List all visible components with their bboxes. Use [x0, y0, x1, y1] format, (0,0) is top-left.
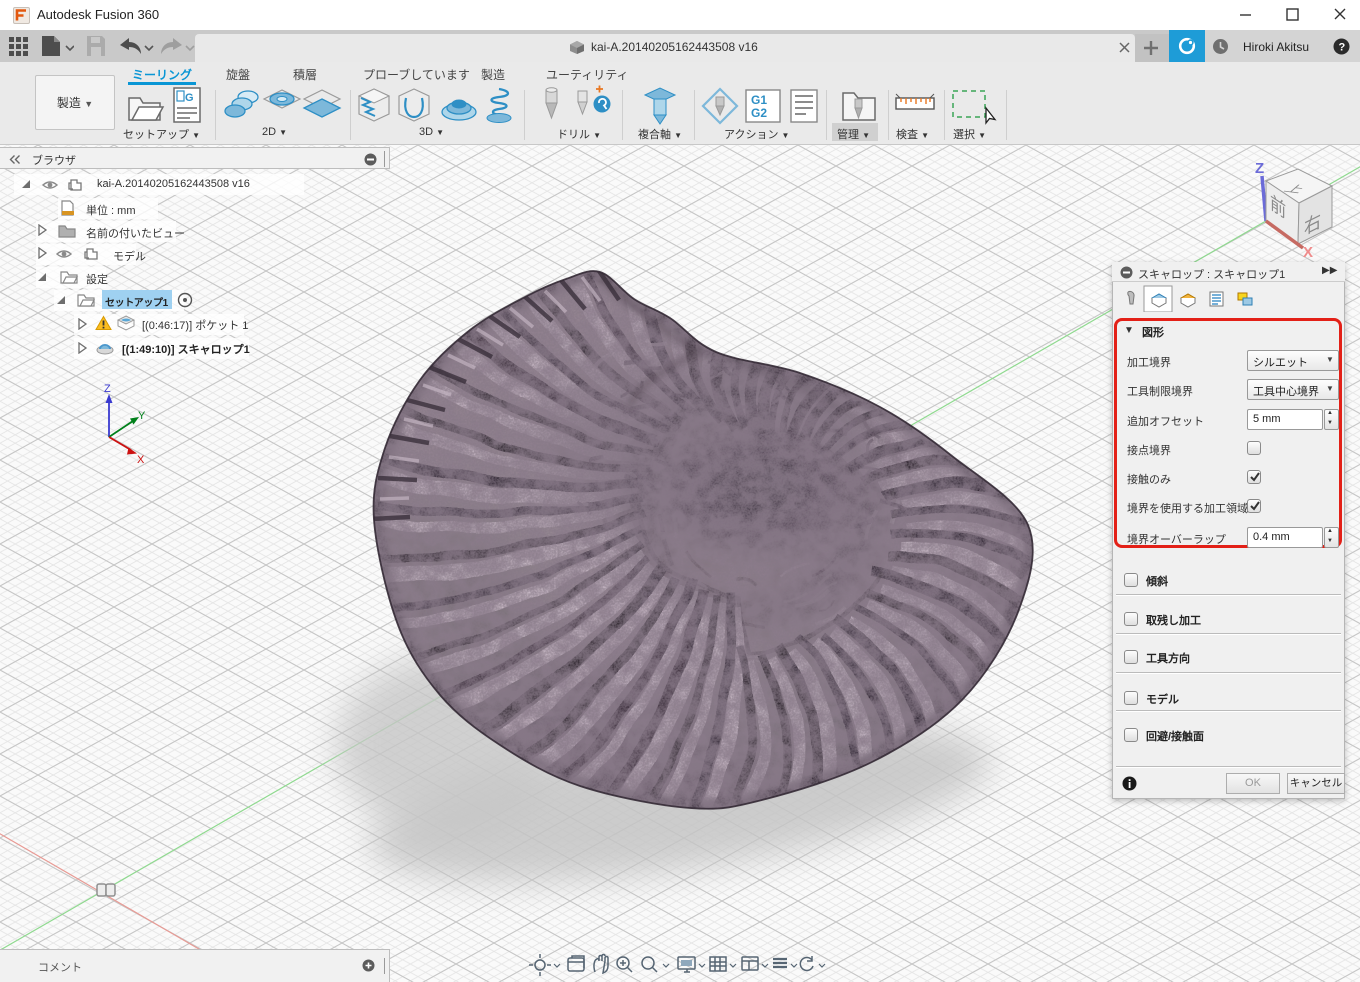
svg-text:G2: G2 [751, 106, 767, 120]
svg-text:?: ? [1339, 42, 1346, 54]
svg-text:G: G [185, 92, 194, 104]
svg-text:Y: Y [138, 410, 146, 422]
svg-text:X: X [1303, 244, 1313, 261]
svg-text:Z: Z [104, 383, 111, 395]
svg-text:Z: Z [1255, 160, 1264, 177]
svg-text:X: X [137, 454, 145, 466]
svg-text:G1: G1 [751, 93, 767, 107]
